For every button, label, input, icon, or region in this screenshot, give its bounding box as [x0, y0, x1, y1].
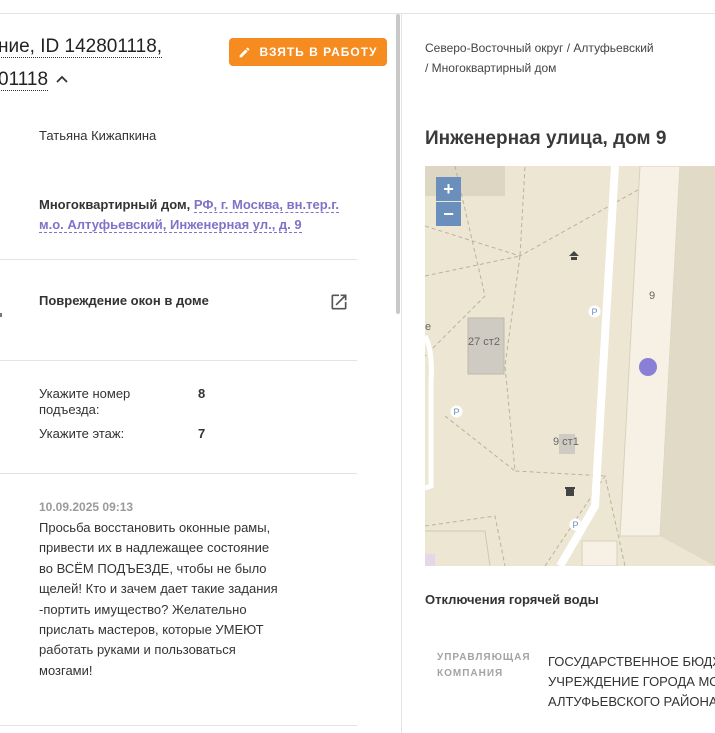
- field-label-entrance: Укажите номер подъезда:: [39, 386, 131, 417]
- management-company-line: ГОСУДАРСТВЕННОЕ БЮДЖ: [548, 654, 715, 669]
- ticket-title-second-line[interactable]: 01118: [0, 62, 68, 96]
- map-label-building-9-1: 9 ст1: [553, 436, 579, 448]
- section-divider: [0, 259, 357, 260]
- map-label-left: е: [425, 321, 432, 333]
- field-label-floor: Укажите этаж:: [39, 426, 125, 441]
- field-value-entrance: 8: [198, 386, 206, 401]
- map-base: [425, 166, 715, 566]
- open-external-icon[interactable]: [329, 292, 349, 312]
- parking-icon: P: [588, 305, 601, 318]
- pencil-icon: [240, 47, 250, 57]
- hot-water-title: Отключения горячей воды: [425, 592, 599, 607]
- section-divider: [0, 473, 357, 474]
- object-address: Многоквартирный дом, РФ, г. Москва, вн.т…: [39, 195, 359, 235]
- comment-datetime: 10.09.2025 09:13: [39, 500, 134, 514]
- svg-text:P: P: [453, 407, 459, 417]
- svg-text:P: P: [572, 520, 578, 530]
- take-to-work-label: ВЗЯТЬ В РАБОТУ: [259, 45, 378, 59]
- map-label-building-27: 27 ст2: [468, 336, 500, 348]
- location-breadcrumb: Северо-Восточный округ / Алтуфьевский / …: [425, 41, 654, 75]
- parking-icon: P: [569, 518, 582, 531]
- section-divider: [0, 360, 357, 361]
- section-divider: [0, 725, 357, 726]
- take-to-work-button[interactable]: ВЗЯТЬ В РАБОТУ: [229, 38, 387, 66]
- ticket-title-line2: 01118: [0, 69, 49, 91]
- comment-text: Просьба восстановить оконные рамы, приве…: [39, 520, 278, 678]
- problem-title: Повреждение окон в доме: [39, 293, 209, 308]
- poi-icon: [565, 487, 575, 496]
- location-map[interactable]: + − 9 27 ст2 9 ст1 е P P P: [425, 166, 715, 566]
- location-title: Инженерная улица, дом 9: [425, 128, 667, 149]
- zoom-in-button[interactable]: +: [436, 177, 461, 201]
- map-label-building-9: 9: [649, 290, 656, 302]
- poi-icon: [569, 251, 579, 260]
- location-marker-icon[interactable]: [638, 357, 658, 377]
- ticket-panel-scrollbar[interactable]: [396, 14, 400, 314]
- management-company-label: УПРАВЛЯЮЩАЯ КОМПАНИЯ: [437, 652, 531, 679]
- management-company-line: АЛТУФЬЕВСКОГО РАЙОНА: [548, 694, 715, 709]
- panel-edge-mark: [0, 313, 2, 317]
- object-type: Многоквартирный дом,: [39, 197, 191, 212]
- zoom-out-button[interactable]: −: [436, 202, 461, 226]
- management-company-value: ГОСУДАРСТВЕННОЕ БЮДЖ УЧРЕЖДЕНИЕ ГОРОДА М…: [548, 652, 715, 712]
- parking-icon: P: [450, 405, 463, 418]
- management-company-line: УЧРЕЖДЕНИЕ ГОРОДА МО: [548, 674, 715, 689]
- chevron-up-icon[interactable]: [56, 62, 68, 95]
- ticket-title-line1: ние, ID 142801118,: [0, 36, 163, 58]
- ticket-title: ние, ID 142801118,: [0, 30, 163, 63]
- panel-divider: [401, 14, 402, 733]
- assignee-name: Татьяна Кижапкина: [39, 128, 157, 143]
- svg-text:P: P: [591, 307, 597, 317]
- field-value-floor: 7: [198, 426, 206, 441]
